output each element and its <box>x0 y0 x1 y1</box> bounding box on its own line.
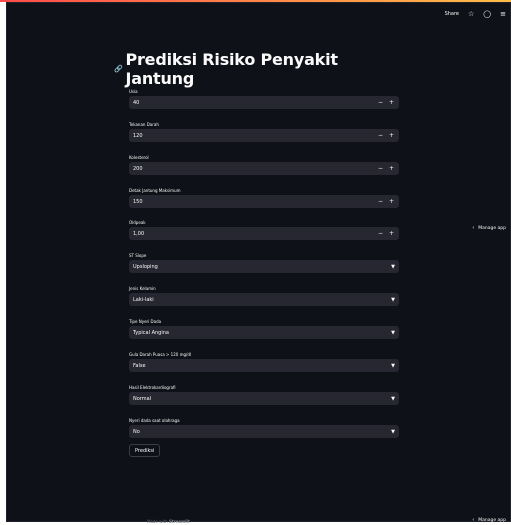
oldpeak-input[interactable]: 1,00 − + <box>129 227 399 240</box>
blood-pressure-value[interactable]: 120 <box>133 133 143 139</box>
max-heart-rate-field: Detak Jantung Maksimum 150 − + <box>129 187 399 208</box>
chevron-down-icon[interactable]: ▼ <box>391 363 399 369</box>
age-stepper: − + <box>376 99 399 106</box>
app-window: Share ☆ ◯ ≡ 🔗 Prediksi Risiko Penyakit J… <box>6 2 511 524</box>
age-input[interactable]: 40 − + <box>129 96 399 109</box>
chevron-left-icon: ‹ <box>472 517 475 523</box>
oldpeak-field: Oldpeak 1,00 − + <box>129 219 399 240</box>
cholesterol-input[interactable]: 200 − + <box>129 162 399 175</box>
oldpeak-label: Oldpeak <box>129 220 146 225</box>
footer: Made with Streamlit <box>147 519 190 524</box>
exercise-angina-select[interactable]: No ▼ <box>129 425 399 438</box>
decrement-button[interactable]: − <box>376 132 385 139</box>
cholesterol-label: Kolesterol <box>129 155 149 160</box>
blood-pressure-stepper: − + <box>376 132 399 139</box>
share-button[interactable]: Share <box>445 11 459 17</box>
footer-prefix: Made with <box>147 519 168 524</box>
chevron-down-icon[interactable]: ▼ <box>391 297 399 303</box>
sex-select[interactable]: Laki-laki ▼ <box>129 293 399 306</box>
increment-button[interactable]: + <box>387 132 396 139</box>
exercise-angina-value: No <box>133 428 140 435</box>
oldpeak-value[interactable]: 1,00 <box>133 231 144 237</box>
increment-button[interactable]: + <box>387 99 396 106</box>
cholesterol-field: Kolesterol 200 − + <box>129 154 399 175</box>
blood-pressure-field: Tekanan Darah 120 − + <box>129 121 399 142</box>
chest-pain-type-label: Tipe Nyeri Dada <box>129 319 162 324</box>
chest-pain-type-value: Typical Angina <box>133 329 169 336</box>
resting-ecg-select[interactable]: Normal ▼ <box>129 392 399 405</box>
fasting-blood-sugar-label: Gula Darah Puasa > 120 mg/dl <box>129 352 191 357</box>
resting-ecg-label: Hasil Elektrokardiografi <box>129 385 176 390</box>
sex-label: Jenis Kelamin <box>129 286 156 291</box>
cholesterol-value[interactable]: 200 <box>133 166 143 172</box>
predict-button[interactable]: Prediksi <box>129 444 161 457</box>
manage-app-button[interactable]: ‹ Manage app <box>472 225 506 231</box>
age-field: Usia 40 − + <box>129 88 399 109</box>
decrement-button[interactable]: − <box>376 165 385 172</box>
manage-app-label: Manage app <box>478 517 506 523</box>
sex-field: Jenis Kelamin Laki-laki ▼ <box>129 285 399 306</box>
menu-icon[interactable]: ≡ <box>500 10 506 18</box>
chevron-down-icon[interactable]: ▼ <box>391 396 399 402</box>
max-heart-rate-label: Detak Jantung Maksimum <box>129 188 181 193</box>
title-row: 🔗 Prediksi Risiko Penyakit Jantung <box>114 50 399 88</box>
chest-pain-type-select[interactable]: Typical Angina ▼ <box>129 326 399 339</box>
resting-ecg-field: Hasil Elektrokardiografi Normal ▼ <box>129 384 399 405</box>
github-icon[interactable]: ◯ <box>483 10 491 18</box>
exercise-angina-label: Nyeri dada saat olahraga <box>129 418 180 423</box>
resting-ecg-value: Normal <box>133 395 152 402</box>
blood-pressure-input[interactable]: 120 − + <box>129 129 399 142</box>
oldpeak-stepper: − + <box>376 230 399 237</box>
sex-value: Laki-laki <box>133 296 154 303</box>
max-heart-rate-input[interactable]: 150 − + <box>129 195 399 208</box>
increment-button[interactable]: + <box>387 165 396 172</box>
decrement-button[interactable]: − <box>376 198 385 205</box>
st-slope-select[interactable]: Upsloping ▼ <box>129 260 399 273</box>
manage-app-label: Manage app <box>478 225 506 231</box>
chevron-down-icon[interactable]: ▼ <box>391 264 399 270</box>
fasting-blood-sugar-select[interactable]: False ▼ <box>129 359 399 372</box>
max-heart-rate-stepper: − + <box>376 198 399 205</box>
link-icon[interactable]: 🔗 <box>114 65 125 73</box>
decrement-button[interactable]: − <box>376 230 385 237</box>
increment-button[interactable]: + <box>387 230 396 237</box>
st-slope-value: Upsloping <box>133 263 158 270</box>
chevron-down-icon[interactable]: ▼ <box>391 429 399 435</box>
age-value[interactable]: 40 <box>133 100 139 106</box>
chevron-down-icon[interactable]: ▼ <box>391 330 399 336</box>
increment-button[interactable]: + <box>387 198 396 205</box>
exercise-angina-field: Nyeri dada saat olahraga No ▼ <box>129 417 399 438</box>
chest-pain-type-field: Tipe Nyeri Dada Typical Angina ▼ <box>129 318 399 339</box>
star-icon[interactable]: ☆ <box>468 10 474 18</box>
manage-app-button-bottom[interactable]: ‹ Manage app <box>472 517 506 523</box>
max-heart-rate-value[interactable]: 150 <box>133 199 143 205</box>
chevron-left-icon: ‹ <box>472 225 475 231</box>
decrement-button[interactable]: − <box>376 99 385 106</box>
st-slope-label: ST Slope <box>129 253 147 258</box>
st-slope-field: ST Slope Upsloping ▼ <box>129 252 399 273</box>
fasting-blood-sugar-value: False <box>133 362 146 369</box>
page-title: Prediksi Risiko Penyakit Jantung <box>125 50 338 88</box>
streamlit-link[interactable]: Streamlit <box>169 519 190 524</box>
cholesterol-stepper: − + <box>376 165 399 172</box>
fasting-blood-sugar-field: Gula Darah Puasa > 120 mg/dl False ▼ <box>129 351 399 372</box>
age-label: Usia <box>129 89 138 94</box>
blood-pressure-label: Tekanan Darah <box>129 122 159 127</box>
header-toolbar: Share ☆ ◯ ≡ <box>445 3 510 25</box>
